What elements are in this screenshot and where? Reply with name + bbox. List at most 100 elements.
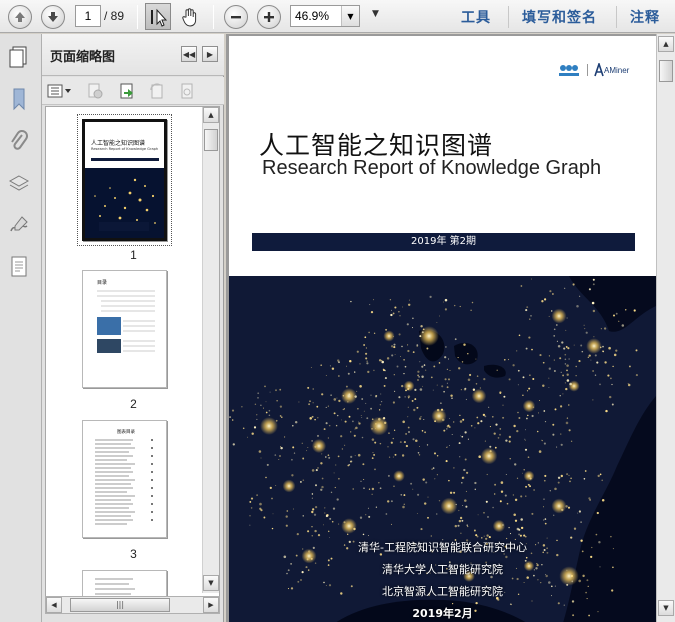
thumb1-night-map (85, 168, 164, 238)
bookmark-icon[interactable] (6, 86, 32, 112)
city-glow (551, 498, 567, 514)
city-light (518, 334, 521, 337)
city-light (464, 431, 467, 434)
city-light (548, 315, 550, 317)
city-light (407, 344, 409, 346)
city-light (567, 347, 570, 350)
city-light (350, 431, 352, 433)
city-light (291, 474, 294, 477)
previous-page-button[interactable] (8, 5, 32, 29)
next-page-button[interactable] (41, 5, 65, 29)
comment-link[interactable]: 注释 (630, 7, 660, 27)
city-light (446, 368, 449, 371)
city-light (401, 345, 403, 348)
city-light (528, 387, 531, 390)
toolbar-divider (616, 6, 617, 28)
city-light (542, 384, 545, 388)
next-panel-button[interactable]: ▶ (202, 46, 218, 62)
city-light (503, 358, 506, 361)
city-light (564, 363, 567, 365)
city-light (254, 403, 257, 406)
city-light (427, 516, 429, 519)
city-light (608, 346, 611, 350)
city-light (425, 369, 427, 371)
city-light (566, 379, 570, 382)
page-number-input[interactable]: 1 (75, 5, 101, 27)
scroll-down-icon[interactable]: ▼ (658, 600, 674, 616)
page-properties-icon[interactable] (176, 80, 198, 102)
city-light (447, 424, 450, 427)
city-light (553, 514, 555, 516)
zoom-select[interactable]: 46.9% ▼ (290, 5, 360, 27)
city-light (350, 460, 353, 463)
city-light (529, 477, 532, 480)
city-light (432, 389, 434, 391)
city-light (568, 474, 570, 477)
city-light (324, 507, 326, 509)
city-light (370, 407, 372, 410)
thumbnail-list[interactable]: 人工智能之知识图谱 Research Report of Knowledge G… (45, 106, 220, 614)
scroll-thumb[interactable] (204, 129, 218, 151)
thumbnail-page-2[interactable]: 目录 (82, 270, 167, 388)
city-light (260, 457, 262, 459)
collapse-panel-button[interactable]: ◀◀ (181, 46, 197, 62)
scroll-left-icon[interactable]: ◀ (46, 597, 62, 613)
document-scroll-thumb[interactable] (659, 60, 673, 82)
fill-sign-link[interactable]: 填写和签名 (522, 7, 597, 27)
city-light (551, 293, 554, 295)
options-menu-icon[interactable] (46, 80, 74, 102)
city-light (613, 314, 615, 317)
page-content-icon[interactable] (6, 254, 32, 280)
arrow-up-icon (15, 12, 25, 22)
city-light (359, 363, 361, 365)
insert-pages-icon[interactable] (116, 80, 138, 102)
city-light (516, 577, 519, 581)
city-light (427, 496, 429, 498)
layers-icon[interactable] (6, 170, 32, 196)
city-light (527, 483, 530, 486)
thumbnail-page-1[interactable]: 人工智能之知识图谱 Research Report of Knowledge G… (82, 119, 167, 241)
chevron-down-icon[interactable]: ▼ (341, 6, 359, 26)
scroll-up-icon[interactable]: ▲ (658, 36, 674, 52)
paperclip-icon[interactable] (6, 128, 32, 154)
scroll-up-icon[interactable]: ▲ (203, 107, 219, 123)
city-light (336, 498, 339, 501)
more-tools-icon[interactable]: ▼ (372, 9, 379, 19)
zoom-in-button[interactable] (257, 5, 281, 29)
city-light (569, 480, 571, 483)
city-light (499, 392, 502, 394)
rotate-pages-icon[interactable] (146, 80, 168, 102)
city-light (470, 309, 472, 311)
city-light (635, 349, 638, 352)
signature-icon[interactable] (6, 212, 32, 238)
select-tool-button[interactable] (145, 3, 171, 30)
city-light (329, 365, 331, 367)
city-light (443, 409, 445, 411)
thumbnail-hscrollbar[interactable]: ◀ ||| ▶ (45, 596, 220, 614)
city-light (500, 481, 504, 484)
thumbnail-page-3[interactable]: 图表目录 (82, 420, 167, 538)
thumbnail-scrollbar[interactable]: ▲ ▼ (202, 107, 219, 593)
tools-link[interactable]: 工具 (461, 7, 491, 27)
city-light (566, 417, 569, 419)
scroll-down-icon[interactable]: ▼ (203, 575, 219, 591)
hscroll-thumb-grip-icon[interactable]: ||| (70, 598, 170, 612)
zoom-out-button[interactable] (224, 5, 248, 29)
document-scrollbar[interactable]: ▲ ▼ (656, 34, 675, 622)
toolbar-divider (137, 5, 138, 29)
city-light (460, 389, 462, 391)
city-glow (311, 438, 327, 454)
city-light (384, 377, 387, 380)
city-light (458, 509, 460, 512)
page-thumbnails-icon[interactable] (6, 44, 32, 70)
delete-pages-icon[interactable] (84, 80, 106, 102)
hand-tool-button[interactable] (177, 3, 203, 30)
city-light (583, 324, 585, 326)
city-light (266, 463, 269, 466)
city-light (421, 375, 424, 378)
document-view[interactable]: AMiner 人工智能之知识图谱 Research Report of Know… (226, 34, 675, 622)
organization-1: 清华-工程院知识智能联合研究中心 (358, 541, 527, 554)
city-light (344, 444, 346, 446)
city-light (363, 487, 365, 489)
scroll-right-icon[interactable]: ▶ (203, 597, 219, 613)
